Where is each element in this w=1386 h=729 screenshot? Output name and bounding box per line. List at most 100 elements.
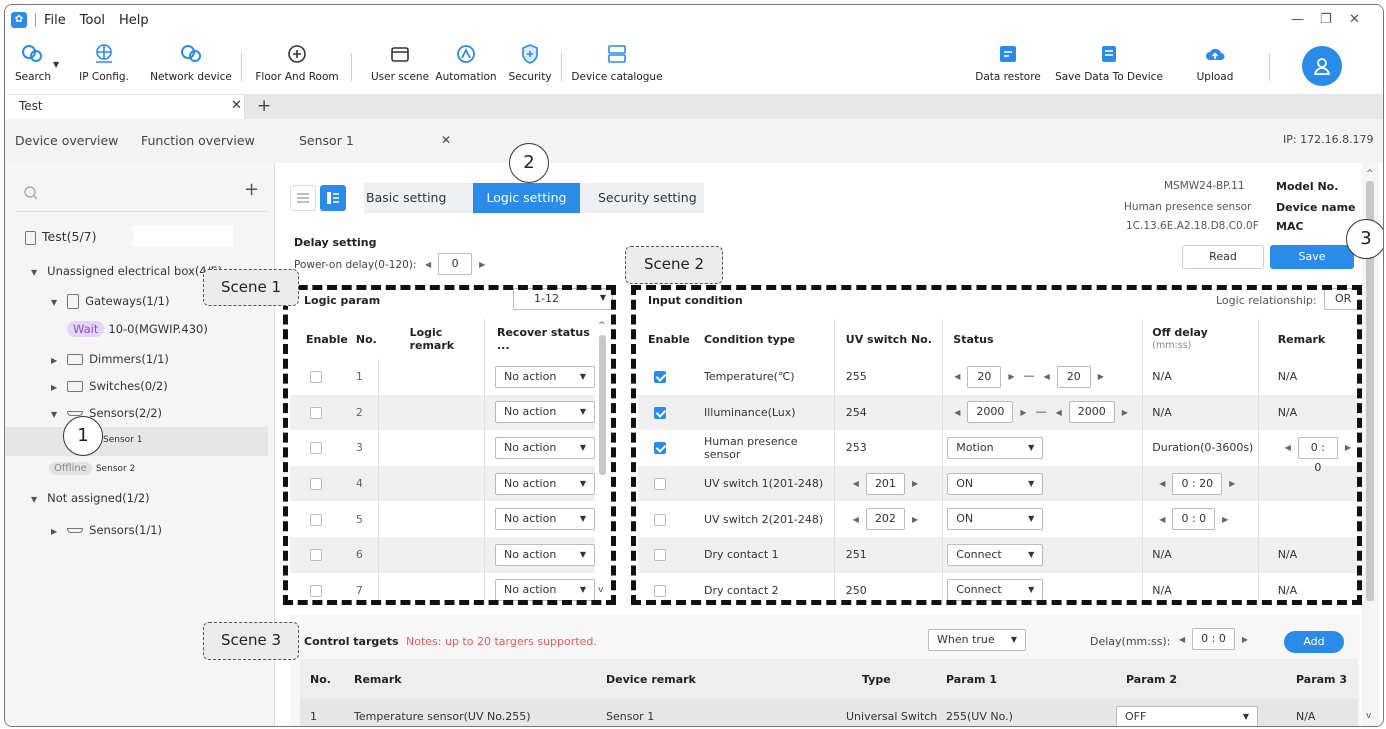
tree-root-label: Test(5/7) (42, 229, 97, 244)
col-device-remark: Device remark (606, 672, 696, 686)
add-node-icon[interactable]: + (244, 179, 259, 200)
read-button[interactable]: Read (1182, 245, 1264, 269)
search-dropdown-icon[interactable]: ▼ (53, 60, 59, 69)
network-device-icon (181, 45, 201, 62)
cloud-upload-icon (1206, 48, 1225, 60)
tab-security-setting[interactable]: Security setting (598, 190, 697, 205)
automation-button[interactable]: Automation (435, 35, 497, 95)
tree-sensor1-label[interactable]: Sensor 1 (103, 435, 142, 445)
device-name-value: Human presence sensor (1124, 201, 1252, 213)
tree-sensor2[interactable]: Offline Sensor 2 (49, 462, 135, 475)
decrement-icon[interactable]: ◀ (425, 260, 431, 269)
col-param-2: Param 2 (1126, 672, 1177, 686)
tree-label: Unassigned electrical box(4/5) (47, 264, 223, 278)
save-data-button[interactable]: Save Data To Device (1053, 35, 1165, 95)
detail-view-toggle[interactable] (320, 185, 346, 211)
file-tab-bar: Test ✕ + (5, 95, 1383, 119)
control-targets-title: Control targets (304, 635, 399, 648)
tree-switches[interactable]: ▶ Switches(0/2) (51, 379, 168, 393)
user-scene-button[interactable]: User scene (369, 35, 431, 95)
control-targets-table: No. Remark Device remark Type Param 1 Pa… (300, 659, 1358, 726)
scene1-callout: Scene 1 (203, 269, 299, 306)
power-on-delay-input[interactable]: 0 (438, 253, 473, 275)
when-true-select[interactable]: When true (928, 629, 1026, 651)
target-device: Sensor 1 (606, 710, 655, 724)
device-catalogue-icon (608, 45, 626, 63)
app-logo-icon: ✿ (11, 12, 27, 28)
menu-file[interactable]: File (44, 13, 66, 28)
tab-function-overview[interactable]: Function overview (141, 133, 255, 148)
scene2-highlight-box (631, 285, 1362, 605)
tab-logic-setting[interactable]: Logic setting (473, 183, 580, 213)
restore-icon[interactable]: ❐ (1320, 12, 1332, 27)
target-param-1: 255(UV No.) (946, 710, 1013, 724)
add-target-button[interactable]: Add (1284, 631, 1344, 653)
tree-gateways[interactable]: ▼ Gateways(1/1) (51, 294, 169, 309)
tab-basic-setting[interactable]: Basic setting (366, 190, 446, 205)
upload-button[interactable]: Upload (1189, 35, 1241, 95)
menu-help[interactable]: Help (119, 13, 149, 28)
control-delay-input[interactable]: 0 : 0 (1192, 628, 1235, 650)
model-value: MSMW24-BP.11 (1164, 180, 1245, 192)
tree-dimmers[interactable]: ▶ Dimmers(1/1) (51, 352, 169, 366)
col-type: Type (862, 672, 891, 686)
tab-device-overview[interactable]: Device overview (15, 133, 118, 148)
control-delay-spinner[interactable]: ◀ 0 : 0 ▶ (1172, 628, 1255, 650)
tree-root[interactable]: Test(5/7) (25, 229, 97, 245)
user-avatar[interactable] (1302, 46, 1342, 86)
list-view-toggle[interactable] (290, 185, 316, 211)
col-remark: Remark (354, 672, 402, 686)
control-target-row[interactable]: 1 Temperature sensor(UV No.255) Sensor 1… (300, 699, 1358, 726)
scene1-highlight-box (283, 285, 616, 605)
search-icon[interactable] (23, 185, 39, 201)
security-button[interactable]: Security (505, 35, 555, 95)
save-button[interactable]: Save (1270, 245, 1354, 269)
file-tab-label: Test (19, 99, 43, 113)
tree-not-assigned[interactable]: ▼ Not assigned(1/2) (31, 491, 150, 505)
dimmer-icon (67, 354, 84, 365)
target-type: Universal Switch (846, 710, 938, 724)
search-button[interactable]: Search (15, 35, 51, 95)
data-restore-button[interactable]: Data restore (971, 35, 1045, 95)
tree-gateway-item[interactable]: Wait 10-0(MGWIP.430) (67, 321, 208, 337)
device-catalogue-button[interactable]: Device catalogue (567, 35, 667, 95)
tree-sensors-na[interactable]: ▶ Sensors(1/1) (51, 523, 162, 537)
network-device-button[interactable]: Network device (147, 35, 235, 95)
increment-icon[interactable]: ▶ (479, 260, 485, 269)
minimize-icon[interactable]: — (1291, 12, 1304, 27)
control-targets-note: Notes: up to 20 targers supported. (406, 635, 597, 648)
caret-down-icon: ▼ (51, 410, 58, 419)
user-icon (1313, 58, 1331, 75)
power-on-delay-spinner[interactable]: ◀ 0 ▶ (418, 253, 492, 275)
tree-sensors[interactable]: ▼ Sensors(2/2) (51, 406, 162, 420)
ip-config-button[interactable]: IP Config. (73, 35, 135, 95)
decrement-icon[interactable]: ◀ (1179, 635, 1185, 644)
scroll-up-icon[interactable]: ^ (1366, 169, 1374, 179)
caret-right-icon: ▶ (51, 383, 58, 392)
add-tab-icon[interactable]: + (257, 96, 271, 116)
floor-room-button[interactable]: Floor And Room (251, 35, 343, 95)
file-tab[interactable]: Test ✕ (5, 95, 245, 119)
increment-icon[interactable]: ▶ (1242, 635, 1248, 644)
scene2-callout: Scene 2 (625, 246, 723, 284)
divider (15, 211, 267, 212)
target-param-2-select[interactable]: OFF (1116, 705, 1258, 726)
col-param-1: Param 1 (946, 672, 997, 686)
scene3-callout: Scene 3 (203, 622, 299, 660)
save-data-icon (1102, 46, 1116, 62)
tree-unassigned-box[interactable]: ▼ Unassigned electrical box(4/5) (31, 264, 222, 278)
title-bar: ✿ File Tool Help — ❐ ✕ (5, 5, 1383, 35)
col-no: No. (310, 672, 331, 686)
tree-label: 10-0(MGWIP.430) (108, 322, 208, 336)
scroll-down-icon[interactable]: v (1366, 711, 1371, 721)
close-tab-icon[interactable]: ✕ (231, 98, 242, 113)
menu-tool[interactable]: Tool (80, 13, 105, 28)
caret-down-icon: ▼ (31, 495, 38, 504)
device-name-label: Device name (1276, 201, 1356, 214)
switch-icon (67, 381, 84, 392)
tab-sensor-1[interactable]: Sensor 1 (299, 133, 354, 148)
close-sensor-tab-icon[interactable]: ✕ (441, 133, 451, 147)
close-window-icon[interactable]: ✕ (1349, 12, 1360, 27)
app-window: ✿ File Tool Help — ❐ ✕ Search ▼ IP Confi… (4, 4, 1384, 727)
callout-2: 2 (509, 143, 549, 183)
